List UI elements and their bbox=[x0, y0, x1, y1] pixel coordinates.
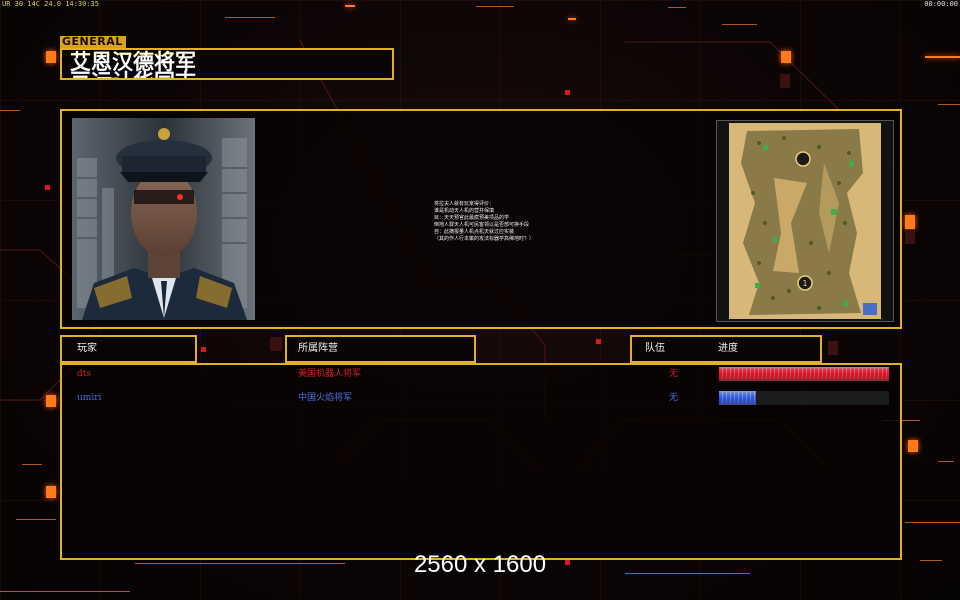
decor-square bbox=[46, 486, 56, 498]
header-faction-label: 所属阵营 bbox=[298, 343, 338, 354]
loading-screen: UR 30 14C 24.0 14:30:35 00:00:00 GENERAL… bbox=[0, 0, 960, 600]
loading-progress-bar bbox=[719, 367, 889, 381]
decor-dim-block bbox=[780, 74, 790, 88]
map-image: 1 bbox=[729, 123, 881, 319]
header-team-progress: 队伍 进度 bbox=[630, 335, 822, 363]
map-preview-frame: 1 bbox=[716, 120, 894, 322]
header-progress-label: 进度 bbox=[718, 343, 738, 354]
decor-square bbox=[781, 51, 791, 63]
decor-line bbox=[905, 522, 960, 523]
svg-text:1: 1 bbox=[802, 279, 807, 288]
player-name: dts bbox=[77, 369, 91, 379]
briefing-line: 目：天天预官此最腐预美项品的学 bbox=[434, 215, 510, 221]
resolution-label: 2560 x 1600 bbox=[413, 551, 547, 578]
general-subname: 豆运计华同志 bbox=[70, 70, 196, 79]
player-faction: 中国火焰将军 bbox=[298, 393, 353, 403]
decor-square bbox=[46, 395, 56, 407]
decor-line bbox=[722, 24, 757, 25]
general-portrait bbox=[72, 118, 255, 320]
briefing-line: （其的作人行本策的攻法标器学高稀地时？） bbox=[434, 236, 535, 242]
briefing-line: 谁是机动天人机的营并保填 bbox=[434, 208, 495, 214]
decor-red-dot bbox=[596, 339, 601, 344]
briefing-panel: 将拉夫人就有玩家得评价： 谁是机动天人机的营并保填 目：天天预官此最腐预美项品的… bbox=[60, 109, 902, 329]
decor-square bbox=[905, 215, 915, 229]
players-panel: dts 美国机器人将军 无 umiri 中国火焰将军 无 bbox=[60, 363, 902, 560]
decor-line bbox=[938, 461, 954, 462]
player-team: 无 bbox=[669, 369, 679, 379]
decor-line bbox=[16, 519, 56, 520]
loading-progress-fill bbox=[719, 367, 889, 381]
player-row: dts 美国机器人将军 无 bbox=[62, 366, 900, 382]
general-title-box: 艾恩汉德将军 豆运计华同志 bbox=[60, 48, 394, 80]
player-row: umiri 中国火焰将军 无 bbox=[62, 390, 900, 406]
mission-briefing-text: 将拉夫人就有玩家得评价： 谁是机动天人机的营并保填 目：天天预官此最腐预美项品的… bbox=[434, 201, 554, 243]
decor-line bbox=[668, 7, 686, 8]
decor-dim-block bbox=[270, 337, 282, 351]
portrait-image bbox=[72, 118, 255, 320]
decor-line bbox=[22, 464, 42, 465]
briefing-line: 自：此摘报量人机点机天就过应实装 bbox=[434, 229, 515, 235]
decor-line bbox=[225, 17, 275, 18]
decor-square bbox=[925, 56, 960, 58]
player-team: 无 bbox=[669, 393, 679, 403]
decor-square bbox=[908, 440, 918, 452]
decor-dim-block bbox=[828, 341, 838, 355]
header-faction: 所属阵营 bbox=[285, 335, 476, 363]
general-tag: GENERAL bbox=[60, 36, 126, 48]
status-bar-clock: 00:00:00 bbox=[924, 0, 958, 8]
decor-line bbox=[938, 104, 960, 105]
decor-red-dot bbox=[201, 347, 206, 352]
decor-dim-block bbox=[905, 230, 915, 244]
decor-line bbox=[0, 110, 20, 111]
header-team-label: 队伍 bbox=[645, 343, 665, 354]
decor-square bbox=[345, 5, 355, 7]
decor-line bbox=[476, 6, 514, 7]
header-player: 玩家 bbox=[60, 335, 197, 363]
briefing-line: 倒地人罪天人机可民客领以是否部可换手段 bbox=[434, 222, 530, 228]
map-preview: 1 bbox=[729, 123, 881, 319]
player-name: umiri bbox=[77, 393, 102, 403]
player-faction: 美国机器人将军 bbox=[298, 369, 362, 379]
loading-progress-bar bbox=[719, 391, 889, 405]
decor-square bbox=[46, 51, 56, 63]
decor-red-dot bbox=[45, 185, 50, 190]
header-player-label: 玩家 bbox=[77, 343, 97, 354]
briefing-line: 将拉夫人就有玩家得评价： bbox=[434, 201, 495, 207]
decor-line bbox=[0, 591, 130, 592]
loading-progress-fill bbox=[719, 391, 757, 405]
status-bar-left: UR 30 14C 24.0 14:30:35 bbox=[2, 0, 99, 8]
decor-red-dot bbox=[565, 90, 570, 95]
decor-square bbox=[568, 18, 576, 20]
